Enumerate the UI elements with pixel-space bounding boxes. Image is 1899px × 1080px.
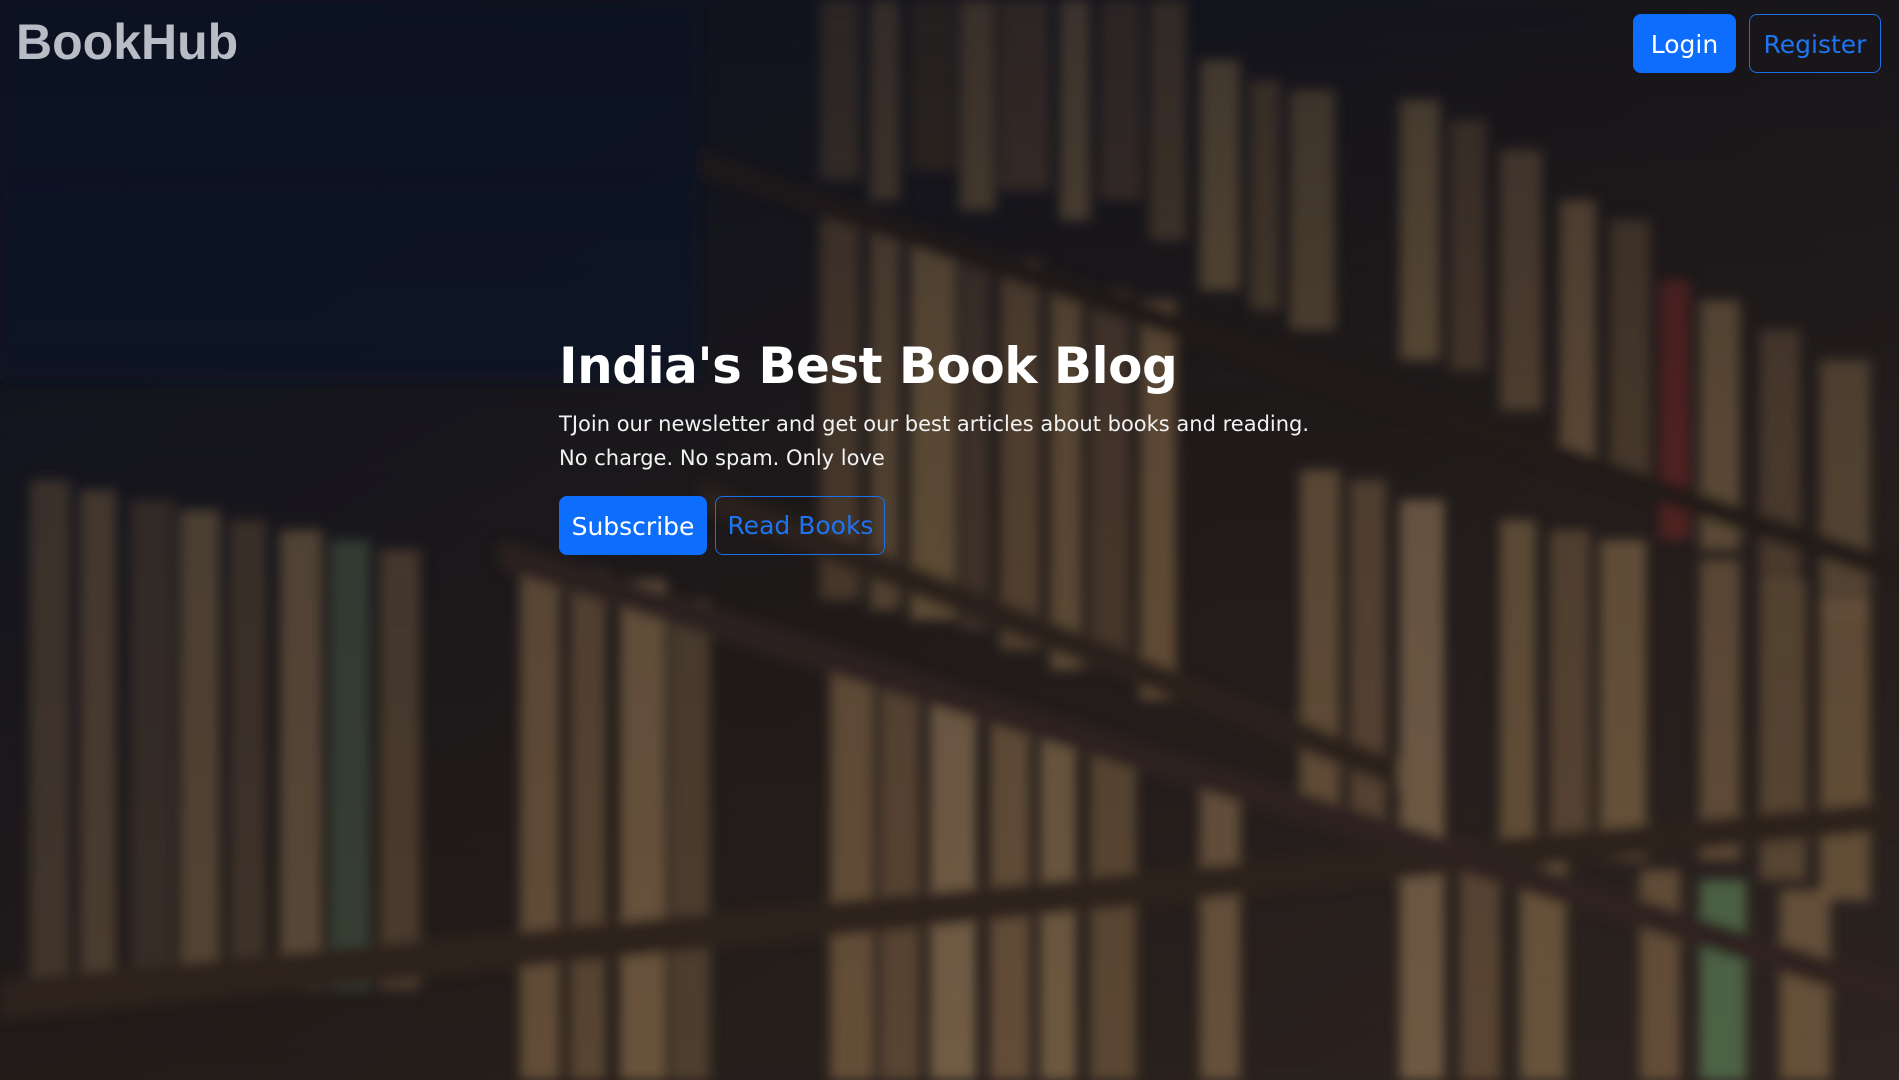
hero-section: BookHub Login Register India's Best Book…	[0, 0, 1899, 1080]
hero-description: TJoin our newsletter and get our best ar…	[559, 412, 1310, 470]
read-books-button[interactable]: Read Books	[715, 496, 886, 555]
navbar: BookHub Login Register	[0, 0, 1899, 90]
login-button[interactable]: Login	[1633, 14, 1736, 73]
brand-logo[interactable]: BookHub	[16, 12, 238, 72]
hero-content: India's Best Book Blog TJoin our newslet…	[559, 333, 1339, 555]
register-button[interactable]: Register	[1749, 14, 1881, 73]
hero-title: India's Best Book Blog	[559, 337, 1178, 395]
cta-buttons: Subscribe Read Books	[559, 496, 1339, 555]
subscribe-button[interactable]: Subscribe	[559, 496, 707, 555]
